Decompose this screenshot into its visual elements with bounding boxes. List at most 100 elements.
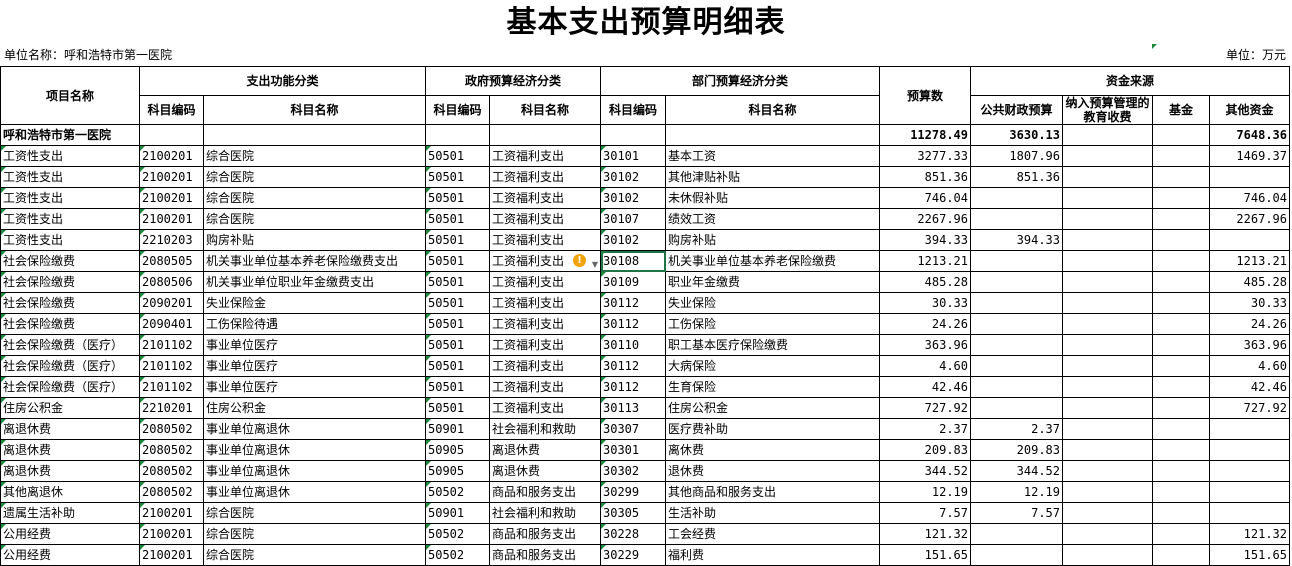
cell-dc[interactable]: 30110: [600, 334, 666, 356]
cell-gn[interactable]: 工资福利支出: [489, 145, 601, 167]
cell-dc[interactable]: 30101: [600, 145, 666, 167]
cell-fc[interactable]: 2090401: [139, 313, 204, 335]
cell-edu[interactable]: [1062, 229, 1153, 251]
cell[interactable]: [139, 124, 204, 146]
cell-fund[interactable]: [1152, 271, 1210, 293]
cell-dn[interactable]: 其他津贴补贴: [665, 166, 880, 188]
cell-gc[interactable]: 50501: [425, 166, 490, 188]
cell-pub[interactable]: 7.57: [970, 502, 1063, 524]
cell[interactable]: [203, 124, 426, 146]
cell-pub[interactable]: [970, 544, 1063, 566]
cell-fund[interactable]: [1152, 187, 1210, 209]
cell-gc[interactable]: 50501: [425, 145, 490, 167]
cell-dn[interactable]: 绩效工资: [665, 208, 880, 230]
cell-fn[interactable]: 事业单位离退休: [203, 481, 426, 503]
cell-pub[interactable]: [970, 397, 1063, 419]
cell-gc[interactable]: 50501: [425, 292, 490, 314]
cell-budget[interactable]: 4.60: [879, 355, 971, 377]
cell-edu[interactable]: [1062, 376, 1153, 398]
cell-other[interactable]: [1209, 418, 1290, 440]
cell-dn[interactable]: 失业保险: [665, 292, 880, 314]
cell-pub[interactable]: 2.37: [970, 418, 1063, 440]
cell-other[interactable]: 1469.37: [1209, 145, 1290, 167]
cell-item[interactable]: 工资性支出: [0, 229, 140, 251]
cell-gc[interactable]: 50501: [425, 250, 490, 272]
cell-gn[interactable]: 商品和服务支出: [489, 544, 601, 566]
cell-item[interactable]: 社会保险缴费（医疗）: [0, 334, 140, 356]
cell-dn[interactable]: 生育保险: [665, 376, 880, 398]
cell-fn[interactable]: 综合医院: [203, 187, 426, 209]
cell-edu[interactable]: [1062, 355, 1153, 377]
cell-other[interactable]: 24.26: [1209, 313, 1290, 335]
cell[interactable]: [489, 124, 601, 146]
cell-other[interactable]: 485.28: [1209, 271, 1290, 293]
cell-pub[interactable]: [970, 313, 1063, 335]
cell-edu[interactable]: [1062, 250, 1153, 272]
cell-dn[interactable]: 工会经费: [665, 523, 880, 545]
cell-gc[interactable]: 50502: [425, 523, 490, 545]
cell-budget[interactable]: 209.83: [879, 439, 971, 461]
cell-dc[interactable]: 30108: [600, 250, 666, 272]
cell-budget[interactable]: 363.96: [879, 334, 971, 356]
cell-fn[interactable]: 综合医院: [203, 502, 426, 524]
cell-dn[interactable]: 职业年金缴费: [665, 271, 880, 293]
cell-fn[interactable]: 住房公积金: [203, 397, 426, 419]
cell-item[interactable]: 工资性支出: [0, 208, 140, 230]
cell-fn[interactable]: 工伤保险待遇: [203, 313, 426, 335]
cell-dn[interactable]: 离休费: [665, 439, 880, 461]
cell-item[interactable]: 离退休费: [0, 418, 140, 440]
cell-pub[interactable]: 394.33: [970, 229, 1063, 251]
cell-dc[interactable]: 30107: [600, 208, 666, 230]
cell-dc[interactable]: 30228: [600, 523, 666, 545]
cell-pub[interactable]: [970, 271, 1063, 293]
cell-gc[interactable]: 50901: [425, 418, 490, 440]
cell-fund[interactable]: [1152, 397, 1210, 419]
cell-fc[interactable]: 2080506: [139, 271, 204, 293]
cell-fund[interactable]: [1152, 376, 1210, 398]
cell-dc[interactable]: 30112: [600, 355, 666, 377]
cell-other[interactable]: [1209, 481, 1290, 503]
cell-dn[interactable]: 退休费: [665, 460, 880, 482]
cell-fn[interactable]: 综合医院: [203, 208, 426, 230]
cell-fn[interactable]: 事业单位离退休: [203, 460, 426, 482]
cell-gn[interactable]: 工资福利支出: [489, 187, 601, 209]
cell-budget[interactable]: 121.32: [879, 523, 971, 545]
cell-gc[interactable]: 50901: [425, 502, 490, 524]
cell-pub[interactable]: [970, 334, 1063, 356]
cell-fund[interactable]: [1152, 523, 1210, 545]
cell-fc[interactable]: 2080502: [139, 460, 204, 482]
cell-other[interactable]: 2267.96: [1209, 208, 1290, 230]
cell-gc[interactable]: 50501: [425, 208, 490, 230]
cell-fc[interactable]: 2100201: [139, 145, 204, 167]
cell-fc[interactable]: 2210203: [139, 229, 204, 251]
cell-item[interactable]: 社会保险缴费（医疗）: [0, 376, 140, 398]
cell-budget[interactable]: 727.92: [879, 397, 971, 419]
cell-pub[interactable]: [970, 523, 1063, 545]
cell-fn[interactable]: 综合医院: [203, 523, 426, 545]
cell-pub[interactable]: [970, 376, 1063, 398]
total-budget[interactable]: 11278.49: [879, 124, 971, 146]
cell-item[interactable]: 其他离退休: [0, 481, 140, 503]
cell-item[interactable]: 离退休费: [0, 439, 140, 461]
cell-other[interactable]: 746.04: [1209, 187, 1290, 209]
cell-edu[interactable]: [1062, 187, 1153, 209]
cell-edu[interactable]: [1062, 271, 1153, 293]
cell-gc[interactable]: 50501: [425, 397, 490, 419]
cell-dc[interactable]: 30102: [600, 229, 666, 251]
cell-other[interactable]: 121.32: [1209, 523, 1290, 545]
cell-fc[interactable]: 2100201: [139, 166, 204, 188]
chevron-down-icon[interactable]: ▼: [592, 255, 598, 271]
cell-other[interactable]: [1209, 439, 1290, 461]
cell-dn[interactable]: 工伤保险: [665, 313, 880, 335]
cell-fund[interactable]: [1152, 439, 1210, 461]
cell-other[interactable]: [1209, 460, 1290, 482]
cell-gc[interactable]: 50502: [425, 481, 490, 503]
cell-pub[interactable]: 1807.96: [970, 145, 1063, 167]
cell-fn[interactable]: 失业保险金: [203, 292, 426, 314]
cell[interactable]: [600, 124, 666, 146]
cell[interactable]: [665, 124, 880, 146]
cell-fc[interactable]: 2100201: [139, 544, 204, 566]
warning-icon[interactable]: !: [573, 254, 586, 267]
cell-other[interactable]: 4.60: [1209, 355, 1290, 377]
total-item[interactable]: 呼和浩特市第一医院: [0, 124, 140, 146]
